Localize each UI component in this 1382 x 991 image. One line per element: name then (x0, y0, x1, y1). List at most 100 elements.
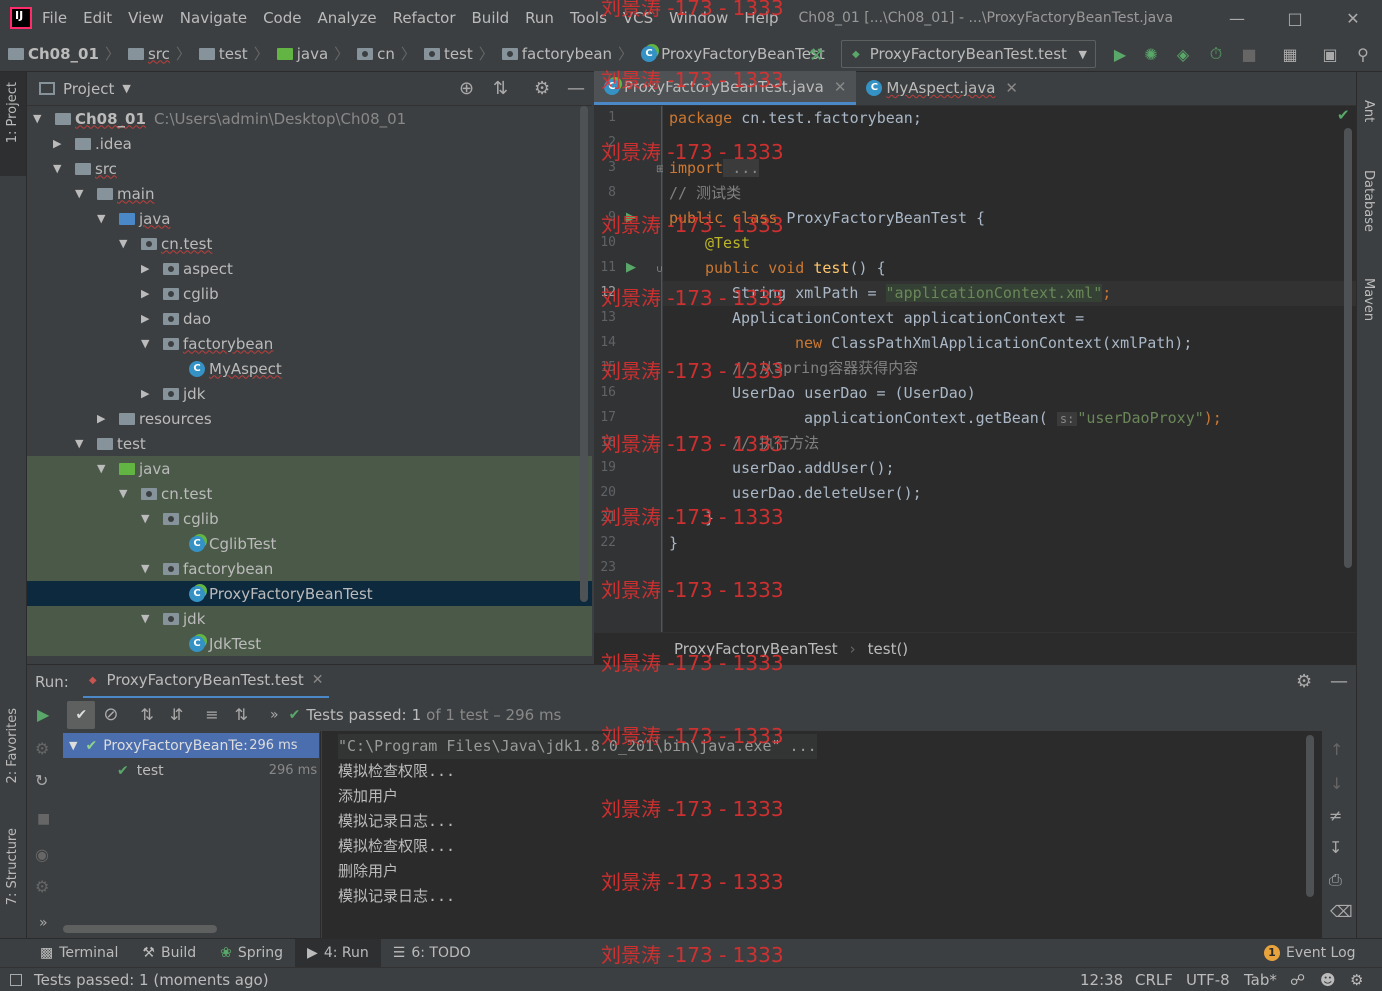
camera-icon[interactable]: ◉ (35, 845, 49, 864)
panel-toggle-icon[interactable] (10, 973, 22, 986)
settings-icon[interactable]: ⚙ (35, 877, 49, 896)
inspector-icon[interactable]: ☻ (1320, 971, 1336, 989)
side-tab-ant[interactable]: Ant (1361, 100, 1376, 122)
tree-scrollbar[interactable] (580, 106, 588, 602)
close-icon[interactable]: ✕ (834, 78, 847, 96)
status-indent[interactable]: Tab* (1244, 971, 1277, 989)
menu-build[interactable]: Build (472, 9, 510, 27)
gear-icon[interactable]: ⚙ (534, 78, 550, 99)
sort-alpha-icon[interactable]: ⇅ (140, 705, 153, 724)
tree-node-test-cntest[interactable]: ▼ cn.test (27, 481, 592, 506)
menu-run[interactable]: Run (525, 9, 554, 27)
more-icon[interactable]: » (39, 915, 48, 931)
run-tab[interactable]: ◆ ProxyFactoryBeanTest.test ✕ (82, 665, 330, 699)
run-test-gutter-icon[interactable]: ▶ (626, 260, 636, 275)
soft-wrap-icon[interactable]: ≠ (1329, 806, 1342, 825)
breadcrumb-item[interactable]: test 〉 (198, 43, 269, 64)
side-tab-structure[interactable]: 7: Structure (5, 828, 20, 905)
menu-analyze[interactable]: Analyze (317, 9, 376, 27)
gear-icon[interactable]: ⚙ (1296, 671, 1312, 692)
stop-icon[interactable]: ■ (1239, 44, 1259, 64)
tree-node-test-cglib[interactable]: ▼ cglib (27, 506, 592, 531)
menu-view[interactable]: View (128, 9, 164, 27)
hide-icon[interactable]: — (1330, 671, 1348, 692)
more-icon[interactable]: » (270, 707, 279, 723)
search-icon[interactable]: ⚲ (1353, 44, 1373, 64)
tree-node-test-jdk[interactable]: ▼ jdk (27, 606, 592, 631)
editor-scrollbar[interactable] (1344, 128, 1352, 568)
side-tab-maven[interactable]: Maven (1361, 278, 1376, 321)
test-node-method[interactable]: ✔ test 296 ms (63, 758, 319, 783)
console-output[interactable]: "C:\Program Files\Java\jdk1.8.0_201\bin\… (322, 731, 1322, 938)
tree-node-main-jdk[interactable]: ▶ jdk (27, 381, 592, 406)
close-icon[interactable]: ✕ (312, 672, 324, 688)
maximize-icon[interactable]: □ (1266, 0, 1324, 36)
tool-tab-terminal[interactable]: ▩ Terminal (28, 939, 130, 968)
event-log-button[interactable]: 1 Event Log (1252, 939, 1368, 968)
lock-icon[interactable]: ☍ (1290, 971, 1305, 989)
tree-node-main[interactable]: ▼ main (27, 181, 592, 206)
tree-node-main-java[interactable]: ▼ java (27, 206, 592, 231)
sort-duration-icon[interactable]: ⇵ (170, 705, 183, 724)
chevron-down-icon[interactable]: ▼ (122, 82, 130, 95)
breadcrumb-item[interactable]: src 〉 (127, 43, 191, 64)
debug-icon[interactable]: ✺ (1141, 44, 1161, 64)
editor-crumb-method[interactable]: test() (868, 640, 909, 658)
tree-node-cglibtest[interactable]: C CglibTest (27, 531, 592, 556)
stop-icon[interactable]: ■ (37, 811, 50, 827)
breadcrumb-item[interactable]: factorybean 〉 (501, 43, 633, 64)
console-scrollbar[interactable] (1306, 735, 1314, 897)
close-icon[interactable]: ✕ (1324, 0, 1382, 36)
trash-icon[interactable]: ⌫ (1330, 902, 1353, 921)
tree-node-main-factorybean[interactable]: ▼ factorybean (27, 331, 592, 356)
project-panel-title[interactable]: Project (63, 80, 114, 98)
breadcrumb-item[interactable]: test 〉 (423, 43, 494, 64)
tree-node-test[interactable]: ▼ test (27, 431, 592, 456)
tree-node-idea[interactable]: ▶ .idea (27, 131, 592, 156)
notifications-icon[interactable]: ⚙ (1350, 971, 1363, 989)
breadcrumb-item[interactable]: java 〉 (276, 43, 349, 64)
expand-all-icon[interactable]: ≡ (205, 705, 218, 724)
minimize-icon[interactable]: — (1208, 0, 1266, 36)
collapse-all-icon[interactable]: ⇅ (235, 705, 248, 724)
tree-horizontal-scrollbar[interactable] (63, 925, 217, 933)
menu-file[interactable]: File (42, 9, 67, 27)
tree-node-test-factorybean[interactable]: ▼ factorybean (27, 556, 592, 581)
status-caret-position[interactable]: 12:38 (1080, 971, 1123, 989)
side-tab-favorites[interactable]: 2: Favorites (5, 708, 20, 784)
status-line-separator[interactable]: CRLF (1135, 971, 1173, 989)
show-ignored-icon[interactable]: ⊘ (103, 704, 118, 725)
status-encoding[interactable]: UTF-8 (1186, 971, 1230, 989)
tree-node-proxyfactorybeantest[interactable]: C ProxyFactoryBeanTest (27, 581, 592, 606)
layout-icon[interactable]: ▣ (1320, 44, 1340, 64)
print-icon[interactable]: ⎙ (1329, 870, 1342, 890)
tool-tab-build[interactable]: ⚒ Build (130, 939, 208, 968)
show-passed-icon[interactable]: ✔ (67, 700, 96, 729)
breadcrumb-item[interactable]: cn 〉 (357, 43, 416, 64)
arrow-down-icon[interactable]: ↓ (1330, 774, 1343, 793)
toggle-auto-test-icon[interactable]: ⚙ (35, 739, 49, 758)
tree-node-aspect[interactable]: ▶ aspect (27, 256, 592, 281)
coverage-icon[interactable]: ◈ (1173, 44, 1193, 64)
profile-icon[interactable]: ⏱ (1206, 44, 1226, 64)
tree-node-src[interactable]: ▼ src (27, 156, 592, 181)
rerun-icon[interactable]: ▶ (37, 705, 49, 724)
tab-myaspect[interactable]: C MyAspect.java ✕ (856, 71, 1028, 105)
locate-icon[interactable]: ⊕ (459, 78, 474, 99)
tree-node-jdktest[interactable]: C JdkTest (27, 631, 592, 656)
tool-tab-run[interactable]: ▶ 4: Run (295, 938, 381, 968)
run-icon[interactable]: ▶ (1110, 44, 1130, 64)
menu-refactor[interactable]: Refactor (393, 9, 456, 27)
tree-node-main-cglib[interactable]: ▶ cglib (27, 281, 592, 306)
tool-tab-spring[interactable]: ❀ Spring (208, 939, 295, 968)
build-hammer-icon[interactable]: ⚒ (806, 44, 826, 64)
hide-icon[interactable]: — (567, 78, 585, 99)
collapse-all-icon[interactable]: ⇅ (493, 78, 508, 99)
menu-edit[interactable]: Edit (83, 9, 112, 27)
close-icon[interactable]: ✕ (1005, 79, 1018, 97)
tree-node-myaspect[interactable]: C MyAspect (27, 356, 592, 381)
test-node-class[interactable]: ▼ ✔ ProxyFactoryBeanTe: 296 ms (63, 733, 319, 758)
scroll-to-end-icon[interactable]: ↧ (1329, 838, 1342, 857)
menu-navigate[interactable]: Navigate (180, 9, 247, 27)
tree-node-resources[interactable]: ▶ resources (27, 406, 592, 431)
